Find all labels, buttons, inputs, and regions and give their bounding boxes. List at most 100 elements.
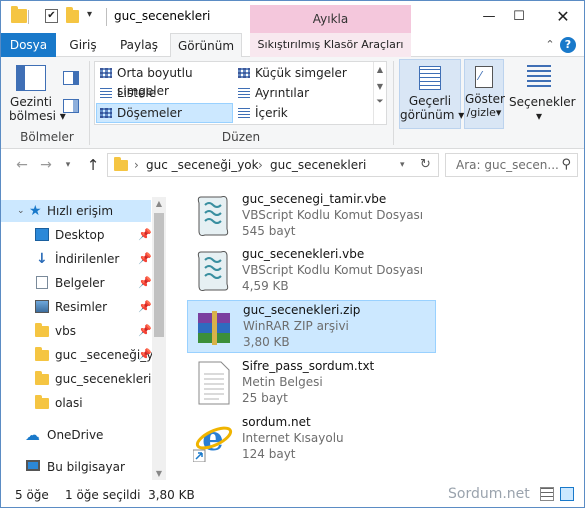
preview-pane-icon[interactable] bbox=[63, 71, 79, 85]
nav-item-onedrive[interactable]: ☁ OneDrive bbox=[1, 424, 151, 446]
file-name: guc_secenegi_tamir.vbe bbox=[242, 192, 387, 206]
address-bar[interactable]: › guc _seceneği_yok › guc_secenekleri ▾ … bbox=[107, 153, 439, 177]
refresh-icon[interactable]: ↻ bbox=[420, 157, 431, 172]
scroll-up-icon[interactable]: ▲ bbox=[374, 65, 386, 74]
breadcrumb-chevron-icon: › bbox=[134, 158, 139, 172]
file-size: 124 bayt bbox=[242, 447, 296, 461]
forward-arrow-icon[interactable]: → bbox=[37, 157, 55, 173]
computer-icon bbox=[26, 460, 40, 471]
winrar-icon bbox=[198, 311, 230, 345]
nav-item-label: guc_secenekleri bbox=[55, 372, 152, 386]
up-arrow-icon[interactable]: ↑ bbox=[84, 157, 102, 173]
content-icon bbox=[238, 108, 250, 118]
file-size: 4,59 KB bbox=[242, 279, 289, 293]
show-hide-button[interactable]: ⁄ Göster /gizle▾ bbox=[464, 59, 505, 129]
layout-list-label: Listele bbox=[117, 86, 157, 100]
address-history-icon[interactable]: ▾ bbox=[400, 160, 405, 170]
back-arrow-icon[interactable]: ← bbox=[13, 157, 31, 173]
large-icons-view-icon[interactable] bbox=[560, 487, 574, 501]
dropdown-arrow-icon[interactable]: ▾ bbox=[87, 9, 92, 20]
nav-item-downloads[interactable]: ↓ İndirilenler 📌 bbox=[1, 248, 152, 270]
nav-pane-scrollbar[interactable]: ▲ ▼ bbox=[152, 197, 166, 480]
selection-info: 1 öğe seçildi 3,80 KB bbox=[65, 488, 195, 502]
nav-item-documents[interactable]: Belgeler 📌 bbox=[1, 272, 152, 294]
ribbon-collapse-icon[interactable]: ⌃ bbox=[542, 38, 558, 52]
nav-item-vbs[interactable]: vbs 📌 bbox=[1, 320, 152, 342]
pin-icon[interactable]: 📌 bbox=[138, 224, 152, 246]
layout-medium-icons[interactable]: Orta boyutlu simgeler bbox=[97, 64, 233, 98]
file-name: sordum.net bbox=[242, 415, 311, 429]
options-dropdown-icon: ▾ bbox=[535, 109, 543, 123]
nav-item-guc-secenegi-yok[interactable]: guc _seceneği_y 📌 bbox=[1, 344, 153, 366]
options-button[interactable]: Seçenekler ▾ bbox=[509, 63, 576, 123]
scrollbar-thumb[interactable] bbox=[154, 213, 164, 337]
nav-item-this-pc[interactable]: Bu bilgisayar bbox=[1, 456, 151, 478]
nav-item-desktop[interactable]: Desktop 📌 bbox=[1, 224, 152, 246]
search-placeholder: Ara: guc_secen... bbox=[456, 158, 559, 172]
nav-item-guc-secenekleri[interactable]: guc_secenekleri bbox=[1, 368, 151, 390]
checkmark-icon[interactable]: ✔ bbox=[45, 9, 58, 23]
cloud-icon: ☁ bbox=[25, 426, 40, 444]
tab-compressed-folder-tools[interactable]: Sıkıştırılmış Klasör Araçları bbox=[250, 33, 411, 57]
nav-item-quick-access[interactable]: ⌄ ★ Hızlı erişim bbox=[1, 200, 151, 222]
layout-details-label: Ayrıntılar bbox=[255, 86, 310, 100]
navigation-pane-label1: Gezinti bbox=[10, 95, 52, 109]
pin-icon[interactable]: 📌 bbox=[138, 272, 152, 294]
file-type: Metin Belgesi bbox=[242, 375, 323, 389]
layout-list[interactable]: Listele bbox=[97, 84, 233, 102]
tiles-icon bbox=[100, 108, 112, 118]
tab-gorunum[interactable]: Görünüm bbox=[170, 33, 242, 58]
pin-icon[interactable]: 📌 bbox=[138, 248, 152, 270]
scroll-down-icon[interactable]: ▼ bbox=[152, 469, 166, 478]
scroll-up-icon[interactable]: ▲ bbox=[152, 199, 166, 208]
search-box[interactable]: Ara: guc_secen... ⚲ bbox=[445, 153, 578, 177]
layout-tiles[interactable]: Döşemeler bbox=[96, 103, 233, 123]
breadcrumb-item[interactable]: guc _seceneği_yok bbox=[146, 158, 259, 172]
panes-group-label: Bölmeler bbox=[20, 130, 74, 144]
recent-locations-icon[interactable]: ▾ bbox=[59, 157, 77, 173]
file-item-selected[interactable]: guc_secenekleri.zip WinRAR ZIP arşivi 3,… bbox=[187, 300, 436, 353]
file-item[interactable]: guc_secenegi_tamir.vbe VBScript Kodlu Ko… bbox=[187, 189, 436, 243]
file-item[interactable]: guc_secenekleri.vbe VBScript Kodlu Komut… bbox=[187, 244, 436, 298]
pin-icon[interactable]: 📌 bbox=[138, 320, 152, 342]
details-view-icon[interactable] bbox=[540, 487, 554, 501]
help-icon[interactable]: ? bbox=[560, 37, 576, 53]
close-button[interactable]: ✕ bbox=[545, 1, 581, 33]
details-pane-icon[interactable] bbox=[63, 99, 79, 113]
pin-icon[interactable]: 📌 bbox=[138, 344, 152, 366]
maximize-button[interactable]: ☐ bbox=[501, 1, 537, 33]
small-icons-icon bbox=[238, 68, 250, 78]
layout-gallery-scrollbar[interactable]: ▲ ▼ ⏷ bbox=[373, 62, 386, 124]
nav-item-olasi[interactable]: olasi bbox=[1, 392, 151, 414]
gallery-expand-icon[interactable]: ⏷ bbox=[374, 97, 386, 107]
tab-giris[interactable]: Giriş bbox=[58, 33, 108, 57]
nav-item-pictures[interactable]: Resimler 📌 bbox=[1, 296, 152, 318]
file-name: guc_secenekleri.zip bbox=[243, 303, 361, 317]
current-view-button[interactable]: Geçerli görünüm ▾ bbox=[399, 59, 465, 129]
current-view-label1: Geçerli bbox=[408, 94, 452, 108]
new-folder-icon[interactable] bbox=[66, 7, 79, 23]
file-item[interactable]: Sifre_pass_sordum.txt Metin Belgesi 25 b… bbox=[187, 356, 436, 410]
layout-details[interactable]: Ayrıntılar bbox=[235, 84, 371, 102]
tab-paylas[interactable]: Paylaş bbox=[111, 33, 167, 57]
folder-icon bbox=[11, 6, 27, 23]
file-item[interactable]: e sordum.net Internet Kısayolu 124 bayt bbox=[187, 412, 436, 466]
navigation-pane-button[interactable]: Gezinti bölmesi ▾ bbox=[9, 63, 66, 123]
current-view-label2: görünüm ▾ bbox=[400, 108, 465, 122]
item-count: 5 öğe bbox=[15, 488, 49, 502]
search-icon[interactable]: ⚲ bbox=[561, 157, 571, 172]
layout-content[interactable]: İçerik bbox=[235, 104, 371, 122]
watermark: Sordum.net bbox=[448, 486, 530, 502]
layout-small-icons[interactable]: Küçük simgeler bbox=[235, 64, 371, 82]
title-bar: ✔ ▾ guc_secenekleri Ayıkla — ☐ ✕ bbox=[1, 1, 584, 33]
nav-item-label: Desktop bbox=[55, 228, 105, 242]
expand-chevron-icon[interactable]: ⌄ bbox=[17, 200, 25, 222]
list-icon bbox=[100, 88, 112, 98]
file-size: 25 bayt bbox=[242, 391, 288, 405]
pin-icon[interactable]: 📌 bbox=[138, 296, 152, 318]
breadcrumb-item[interactable]: guc_secenekleri bbox=[270, 158, 366, 172]
nav-item-label: İndirilenler bbox=[55, 252, 120, 266]
scroll-down-icon[interactable]: ▼ bbox=[374, 82, 386, 91]
options-label: Seçenekler bbox=[509, 95, 576, 109]
vbscript-icon bbox=[197, 251, 229, 291]
